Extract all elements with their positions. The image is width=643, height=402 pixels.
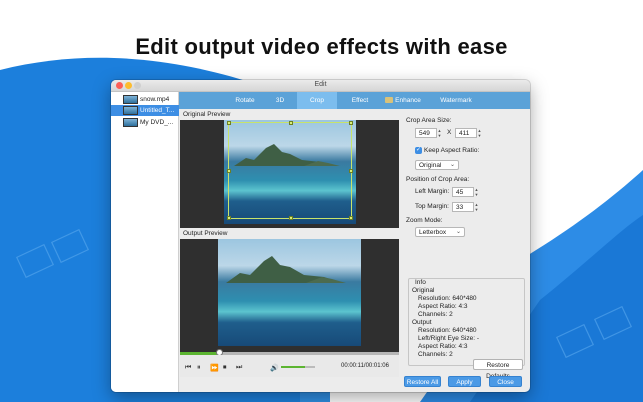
video-thumbnail [123,106,138,115]
skip-back-icon[interactable]: ⏮ [185,364,191,372]
original-resolution: Resolution: 640*480 [418,295,477,302]
crop-position-label: Position of Crop Area: [406,176,470,183]
crop-handle[interactable] [289,216,293,220]
crop-handle[interactable] [349,169,353,173]
chevron-down-icon: ⌄ [449,162,455,168]
left-margin-field[interactable]: 45 [452,187,474,197]
output-aspect-ratio: Aspect Ratio: 4:3 [418,343,468,350]
restore-defaults-button[interactable]: Restore Defaults [473,359,523,380]
tab-crop[interactable]: Crop [297,92,337,109]
restore-all-button[interactable]: Restore All [404,376,441,387]
original-preview [180,120,399,228]
original-channels: Channels: 2 [418,311,453,318]
volume-level [281,366,305,368]
aspect-ratio-value: Original [419,162,442,169]
crop-area[interactable] [227,121,353,220]
output-resolution: Resolution: 640*480 [418,327,477,334]
headline: Edit output video effects with ease [135,34,508,59]
timecode: 00:00:11/00:01:06 [341,363,389,369]
edit-window: Edit snow.mp4 Untitled_T... My DVD_... R… [111,80,530,392]
tab-label: Effect [351,97,369,104]
fast-forward-icon[interactable]: ⏩ [210,364,219,372]
crop-handle[interactable] [227,169,231,173]
original-preview-label: Original Preview [183,111,231,118]
output-heading: Output [412,319,432,326]
tab-effect[interactable]: Effect [341,92,379,109]
output-eye-size: Left/Right Eye Size: - [418,335,480,342]
crop-handle[interactable] [227,216,231,220]
tab-3d[interactable]: 3D [263,92,297,109]
zoom-mode-value: Letterbox [419,229,447,236]
mountain-island [226,256,346,283]
tab-watermark[interactable]: Watermark [433,92,479,109]
output-video-frame [218,239,361,346]
file-list: snow.mp4 Untitled_T... My DVD_... [111,92,179,392]
skip-forward-icon[interactable]: ⏭ [236,364,242,372]
times-sign: X [447,129,452,136]
crop-handle[interactable] [349,216,353,220]
apply-button[interactable]: Apply [448,376,481,387]
tab-label: Watermark [440,97,472,104]
chevron-down-icon: ⌄ [455,229,461,235]
file-name: Untitled_T... [140,107,175,114]
title-bar: Edit [111,80,530,92]
crop-handle[interactable] [349,121,353,125]
top-margin-label: Top Margin: [415,203,449,210]
crop-width-field[interactable]: 549 [415,128,437,138]
file-name: My DVD_... [140,119,174,126]
output-channels: Channels: 2 [418,351,453,358]
video-thumbnail [123,95,138,104]
tab-rotate[interactable]: Rotate [227,92,263,109]
original-aspect-ratio: Aspect Ratio: 4:3 [418,303,468,310]
original-heading: Original [412,287,435,294]
tab-label: Rotate [235,97,255,104]
file-item[interactable]: snow.mp4 [111,94,179,105]
aspect-ratio-select[interactable]: Original ⌄ [415,160,459,170]
file-item[interactable]: My DVD_... [111,117,179,128]
file-item[interactable]: Untitled_T... [111,105,179,116]
top-margin-stepper-icon[interactable]: ▲ ▼ [474,202,479,212]
crop-area-size-label: Crop Area Size: [406,117,452,124]
keep-aspect-label: Keep Aspect Ratio: [424,147,480,154]
width-stepper-icon[interactable]: ▲ ▼ [437,128,442,138]
left-margin-stepper-icon[interactable]: ▲ ▼ [474,187,479,197]
video-thumbnail [123,118,138,127]
tab-label: Enhance [395,97,421,104]
tab-label: Crop [309,97,325,104]
zoom-mode-select[interactable]: Letterbox ⌄ [415,227,465,237]
output-preview [180,239,399,352]
tab-label: 3D [275,97,285,104]
keep-aspect-checkbox[interactable]: ✓ [415,147,422,154]
left-margin-label: Left Margin: [415,188,450,195]
crop-handle[interactable] [227,121,231,125]
info-title: Info [415,279,426,286]
stop-icon[interactable]: ⏹ [223,364,227,372]
output-preview-label: Output Preview [183,230,228,237]
top-margin-field[interactable]: 33 [452,202,474,212]
window-title: Edit [314,81,327,88]
zoom-mode-label: Zoom Mode: [406,217,443,224]
crop-height-field[interactable]: 411 [455,128,477,138]
volume-slider[interactable] [281,366,315,368]
height-stepper-icon[interactable]: ▲ ▼ [477,128,482,138]
volume-icon[interactable]: 🔊 [270,364,279,372]
enhance-icon [385,97,394,103]
file-name: snow.mp4 [140,96,170,103]
crop-handle[interactable] [289,121,293,125]
tab-enhance[interactable]: Enhance [379,92,427,109]
pause-icon[interactable]: ⏸ [197,364,201,372]
close-button[interactable]: Close [489,376,522,387]
